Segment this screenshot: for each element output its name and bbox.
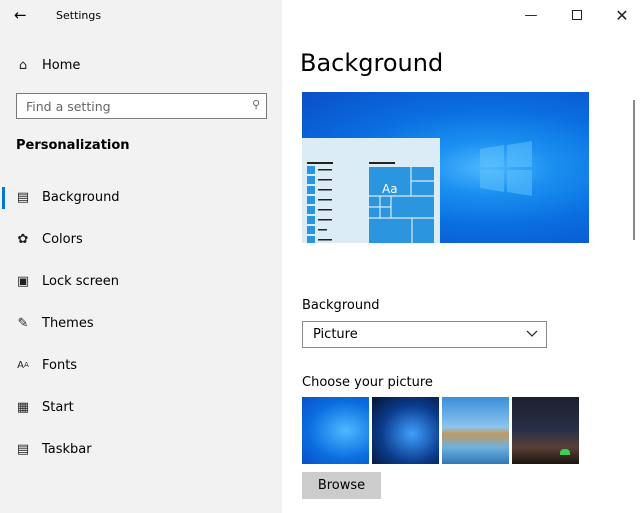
sidebar-item-taskbar[interactable]: ▤ Taskbar [0,432,282,466]
start-tiles [307,162,434,243]
start-menu-preview: Aa [302,138,440,243]
dropdown-value: Picture [313,327,358,342]
minimize-button[interactable]: — [516,4,546,26]
maximize-button[interactable] [562,4,592,26]
search-input[interactable]: Find a setting ⚲ [16,93,267,119]
nav-label: Fonts [42,357,78,373]
picture-icon: ▤ [16,189,30,205]
picture-thumbnail-beach[interactable] [442,397,509,464]
nav-label: Background [42,189,120,205]
nav-label: Start [42,399,74,415]
browse-button[interactable]: Browse [302,472,381,499]
sidebar-item-lock-screen[interactable]: ▣ Lock screen [0,264,282,298]
nav-label: Colors [42,231,83,247]
start-icon: ▦ [16,399,30,415]
nav-label: Lock screen [42,273,119,289]
back-button[interactable]: ← [14,6,27,24]
sidebar: ← Settings ⌂ Home Find a setting ⚲ Perso… [0,0,282,513]
page-title: Background [300,49,444,77]
nav-label: Taskbar [42,441,92,457]
home-label: Home [42,57,81,73]
picture-thumbnail-windows-light[interactable] [302,397,369,464]
fonts-icon: AA [17,359,29,371]
taskbar-icon: ▤ [16,441,30,457]
picture-thumbnail-night-sky[interactable] [512,397,579,464]
picture-thumbnail-windows-dark[interactable] [372,397,439,464]
nav-label: Themes [42,315,94,331]
themes-icon: ✎ [17,315,29,331]
home-icon: ⌂ [18,57,28,73]
sidebar-item-colors[interactable]: ✿ Colors [0,222,282,256]
section-heading: Personalization [16,138,130,153]
search-placeholder: Find a setting [26,98,111,114]
scrollbar[interactable] [633,100,635,240]
lock-screen-icon: ▣ [16,273,30,289]
tile-label: Aa [382,182,398,196]
background-preview: Aa [302,92,589,243]
background-dropdown[interactable]: Picture [302,321,547,348]
tent-glow [560,449,570,455]
chevron-down-icon [526,330,538,337]
sidebar-item-home[interactable]: ⌂ Home [0,48,282,82]
choose-picture-label: Choose your picture [302,375,433,390]
search-icon: ⚲ [251,98,260,111]
window-title: Settings [56,9,102,22]
close-button[interactable]: ✕ [607,4,637,26]
background-label: Background [302,298,380,313]
palette-icon: ✿ [17,231,29,247]
sidebar-item-fonts[interactable]: A A Fonts [0,348,282,382]
sidebar-item-background[interactable]: ▤ Background [0,180,282,214]
sidebar-item-themes[interactable]: ✎ Themes [0,306,282,340]
sidebar-item-start[interactable]: ▦ Start [0,390,282,424]
